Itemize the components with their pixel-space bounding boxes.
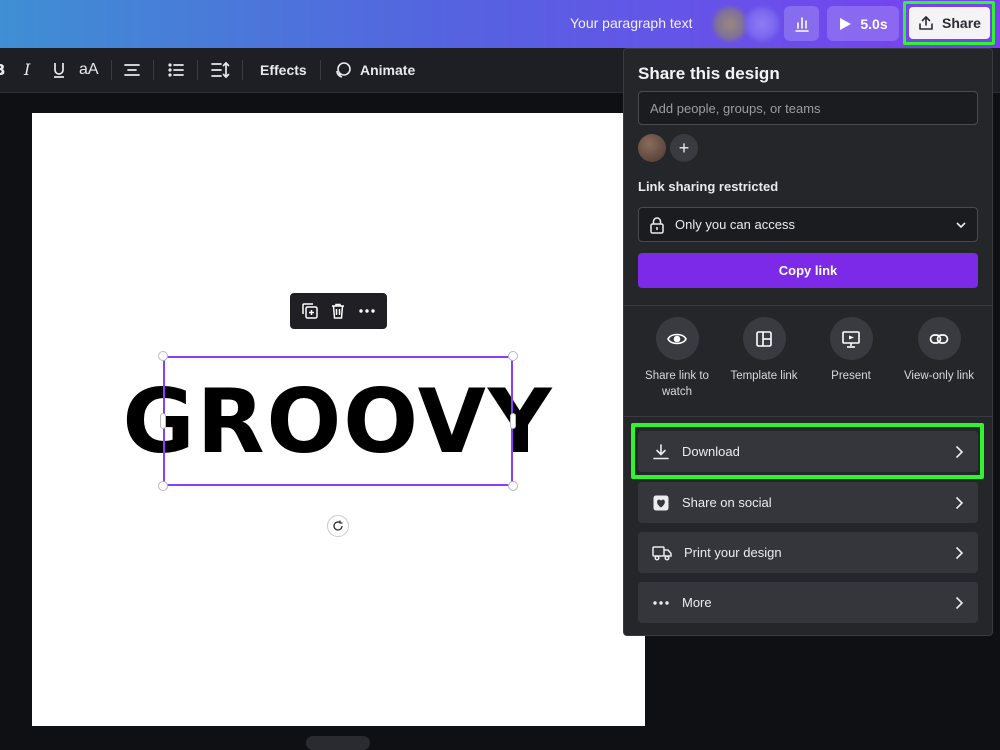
option-icon-circle	[655, 317, 699, 360]
chevron-right-icon	[955, 496, 964, 509]
more-icon	[653, 600, 669, 605]
share-option-template-link[interactable]: Template link	[721, 317, 807, 384]
option-icon-circle	[917, 317, 961, 360]
resize-handle-left[interactable]	[160, 413, 166, 429]
element-floating-toolbar	[290, 293, 387, 329]
toolbar-divider	[320, 60, 321, 80]
toolbar-divider	[153, 60, 154, 80]
option-label: Present	[831, 370, 871, 382]
print-design-row[interactable]: Print your design	[638, 532, 978, 573]
add-person-button[interactable]: +	[670, 134, 698, 162]
insights-button[interactable]	[784, 6, 819, 41]
heart-icon	[653, 495, 669, 510]
rotate-icon	[333, 520, 343, 531]
effects-button[interactable]: Effects	[260, 48, 307, 92]
present-icon	[842, 330, 860, 348]
lock-icon	[650, 216, 664, 234]
bold-button[interactable]: B	[0, 48, 6, 92]
animate-icon	[336, 62, 351, 78]
resize-handle-top-left[interactable]	[158, 351, 168, 361]
option-label: Share link to watch	[645, 370, 709, 398]
list-button[interactable]	[167, 48, 185, 92]
duplicate-icon[interactable]	[301, 302, 319, 320]
share-button[interactable]: Share	[909, 7, 990, 39]
align-center-icon	[124, 64, 140, 76]
row-label: More	[682, 595, 712, 610]
align-button[interactable]	[123, 48, 141, 92]
share-option-watch-link[interactable]: Share link to watch	[634, 317, 720, 400]
bold-icon: B	[0, 62, 5, 78]
copy-link-button[interactable]: Copy link	[638, 253, 978, 288]
chevron-right-icon	[955, 596, 964, 609]
svg-text:I: I	[23, 62, 31, 78]
line-spacing-icon	[211, 61, 230, 79]
access-select[interactable]: Only you can access	[638, 207, 978, 242]
panel-divider	[624, 416, 992, 417]
option-label: View-only link	[903, 370, 975, 382]
duration-label: 5.0s	[860, 15, 888, 32]
download-row-highlight	[631, 423, 984, 479]
eye-icon	[667, 333, 687, 344]
bar-chart-icon	[794, 16, 809, 32]
collaborator-avatar[interactable]	[713, 7, 747, 41]
share-label: Share	[942, 15, 981, 31]
underline-button[interactable]	[51, 48, 67, 92]
panel-divider	[624, 305, 992, 306]
spacing-button[interactable]	[210, 48, 230, 92]
upload-icon	[919, 16, 933, 30]
more-row[interactable]: More	[638, 582, 978, 623]
more-options-icon[interactable]	[358, 302, 376, 320]
rotate-handle[interactable]	[327, 515, 349, 537]
row-label: Share on social	[682, 495, 772, 510]
top-header: Your paragraph text 5.0s Share	[0, 0, 1000, 48]
svg-text:B: B	[0, 62, 5, 78]
share-option-view-only-link[interactable]: View-only link	[896, 317, 982, 384]
toolbar-divider	[242, 60, 243, 80]
selection-box	[163, 356, 513, 486]
resize-handle-bottom-right[interactable]	[508, 481, 518, 491]
italic-button[interactable]: I	[22, 48, 36, 92]
play-button[interactable]: 5.0s	[827, 6, 899, 41]
option-icon-circle	[742, 317, 786, 360]
toolbar-divider	[111, 60, 112, 80]
add-people-input[interactable]	[638, 91, 978, 125]
option-label: Template link	[730, 370, 798, 382]
truck-icon	[652, 545, 672, 561]
share-panel: Share this design + Link sharing restric…	[623, 48, 993, 636]
option-icon-circle	[829, 317, 873, 360]
resize-handle-bottom-left[interactable]	[158, 481, 168, 491]
resize-handle-right[interactable]	[510, 413, 516, 429]
trash-icon[interactable]	[329, 302, 347, 320]
chevron-down-icon	[956, 221, 966, 228]
page-controls-nub[interactable]	[306, 736, 370, 750]
template-icon	[756, 330, 772, 347]
panel-title: Share this design	[638, 64, 780, 83]
chevron-right-icon	[955, 546, 964, 559]
owner-avatar	[638, 134, 666, 162]
link-icon	[929, 333, 949, 344]
animate-label: Animate	[360, 62, 416, 78]
case-button[interactable]: aA	[79, 48, 99, 92]
access-value: Only you can access	[675, 217, 795, 232]
share-on-social-row[interactable]: Share on social	[638, 482, 978, 523]
play-icon	[840, 17, 852, 30]
resize-handle-top-right[interactable]	[508, 351, 518, 361]
paragraph-text-label[interactable]: Your paragraph text	[570, 15, 692, 31]
underline-icon	[54, 63, 64, 78]
animate-button[interactable]: Animate	[334, 48, 415, 92]
bullet-list-icon	[168, 63, 184, 77]
italic-icon: I	[23, 62, 31, 78]
link-sharing-label: Link sharing restricted	[638, 179, 779, 194]
collaborator-avatar[interactable]	[745, 7, 779, 41]
toolbar-divider	[197, 60, 198, 80]
row-label: Print your design	[684, 545, 782, 560]
share-option-present[interactable]: Present	[808, 317, 894, 384]
